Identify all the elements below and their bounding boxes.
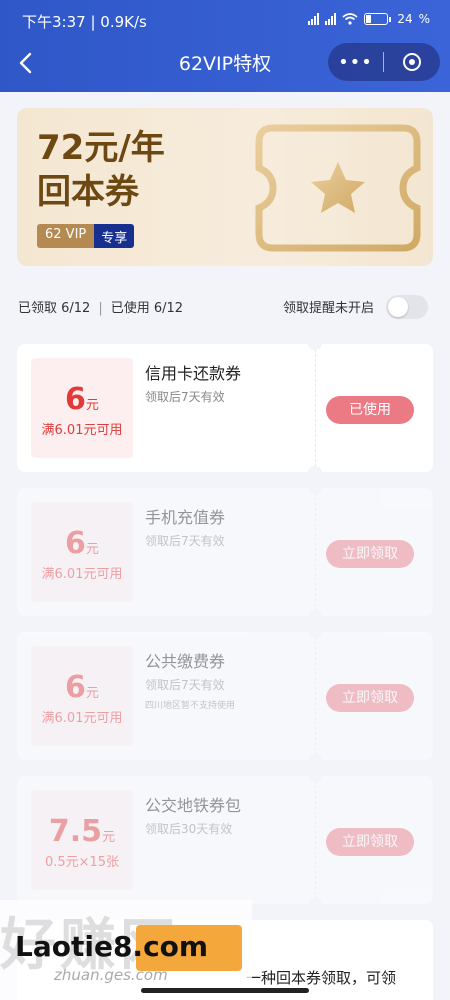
more-button[interactable]: ••• (328, 52, 383, 73)
coupon-notch-bottom (308, 898, 322, 912)
coupon-perforation (315, 488, 316, 616)
coupon-name: 信用卡还款券 (145, 364, 242, 383)
coupon-validity: 领取后7天有效 (145, 678, 225, 692)
coupon-amount-unit: 元 (102, 830, 116, 845)
used-count: 已使用 6/12 (110, 301, 184, 316)
coupon-amount-unit: 元 (85, 398, 99, 413)
coupon-amount-unit: 元 (85, 542, 99, 557)
banner-title: 72元/年 回本券 (37, 126, 165, 214)
coupon-amount-box: 6元满6.01元可用 (31, 502, 133, 602)
battery-percent: 24 (397, 12, 413, 26)
coupon-name: 手机充值券 (145, 508, 226, 527)
coupon-action-button[interactable]: 已使用 (326, 396, 414, 424)
coupon-amount: 7.5元 (31, 814, 133, 849)
status-icons: 24% (308, 12, 430, 26)
coupon-validity: 领取后30天有效 (145, 822, 233, 836)
coupon-notch-bottom (308, 610, 322, 624)
header: 下午3:37 | 0.9K/s 24% 62VIP特权 ••• (0, 0, 450, 92)
coupon-name: 公交地铁券包 (145, 796, 242, 815)
watermark-logo: Laotie8.com (15, 930, 209, 963)
coupon-amount-value: 6 (65, 526, 86, 561)
exclusive-badge: 专享 (94, 224, 135, 248)
coupon-amount-value: 7.5 (48, 814, 103, 849)
coupon-amount-value: 6 (65, 382, 86, 417)
coupon-notch-top (308, 480, 322, 494)
coupon-amount: 6元 (31, 526, 133, 561)
ticket-star-icon (255, 124, 421, 252)
close-button[interactable] (384, 52, 440, 72)
coupon-amount-box: 7.5元 0.5元×15张 (31, 790, 133, 890)
claimed-count: 已领取 6/12 (18, 301, 91, 316)
coupon-stats: 已领取 6/12 | 已使用 6/12 (18, 297, 183, 316)
coupon-card: 6元 满6.01元可用 手机充值券 领取后7天有效 立即领取 (17, 480, 433, 624)
coupon-action-button[interactable]: 立即领取 (326, 540, 414, 568)
coupon-notch-top (308, 768, 322, 782)
coupon-card: 7.5元 0.5元×15张 公交地铁券包领取后30天有效 立即领取 (17, 768, 433, 912)
coupon-card: 6元 满6.01元可用 信用卡还款券 领取后7天有效 已使用 (17, 336, 433, 480)
close-circle-icon (403, 53, 421, 71)
stats-divider: | (98, 301, 103, 316)
coupon-notch-bottom (308, 754, 322, 768)
coupon-notch-bottom (308, 466, 322, 480)
coupon-perforation (315, 776, 316, 904)
battery-icon (364, 13, 389, 25)
banner-badge: 62 VIP 专享 (37, 224, 135, 248)
coupon-amount: 6元 (31, 670, 133, 705)
coupon-card: 6元 满6.01元可用 公共缴费券 领取后7天有效 四川地区暂不支持使用 立即领取 (17, 624, 433, 768)
home-indicator (141, 988, 309, 993)
status-bar: 下午3:37 | 0.9K/s 24% (0, 0, 450, 40)
coupon-condition: 满6.01元可用 (41, 567, 123, 582)
battery-tip (389, 16, 392, 22)
status-time: 下午3:37 | 0.9K/s (22, 13, 147, 31)
coupon-amount-unit: 元 (85, 686, 99, 701)
coupon-amount-box: 6元满6.01元可用 (31, 646, 133, 746)
coupon-condition: 0.5元×15张 (44, 855, 120, 870)
coupon-condition: 满6.01元可用 (41, 423, 123, 438)
coupon-condition: 满6.01元可用 (41, 711, 123, 726)
coupon-action-button[interactable]: 立即领取 (326, 684, 414, 712)
coupon-perforation (315, 632, 316, 760)
coupon-amount-value: 6 (65, 670, 86, 705)
coupon-perforation (315, 344, 316, 472)
coupon-action-button[interactable]: 立即领取 (326, 828, 414, 856)
coupon-validity: 领取后7天有效 (145, 534, 225, 548)
coupon-notch-top (308, 336, 322, 350)
reminder-label: 领取提醒未开启 (282, 301, 374, 316)
battery-percent-sign: % (418, 12, 430, 26)
bottom-card-text: 一种回本券领取，可领 (246, 969, 397, 987)
signal-icon (308, 13, 320, 25)
coupon-validity: 领取后7天有效 (145, 390, 225, 404)
coupon-name: 公共缴费券 (145, 652, 226, 671)
vip-badge: 62 VIP (37, 224, 95, 248)
watermark-subtext: zhuan.ges.com (54, 966, 168, 984)
coupon-amount: 6元 (31, 382, 133, 417)
signal-icon-2 (325, 13, 337, 25)
reminder-toggle[interactable] (386, 295, 428, 319)
wifi-icon (342, 13, 358, 25)
coupon-note: 四川地区暂不支持使用 (145, 701, 236, 711)
mini-program-capsule: ••• (328, 43, 440, 81)
vip-banner: 72元/年 回本券 62 VIP 专享 (17, 108, 433, 266)
banner-title-line1: 72元/年 (37, 128, 165, 168)
coupon-amount-box: 6元满6.01元可用 (31, 358, 133, 458)
coupon-notch-top (308, 624, 322, 638)
banner-title-line2: 回本券 (37, 172, 139, 212)
